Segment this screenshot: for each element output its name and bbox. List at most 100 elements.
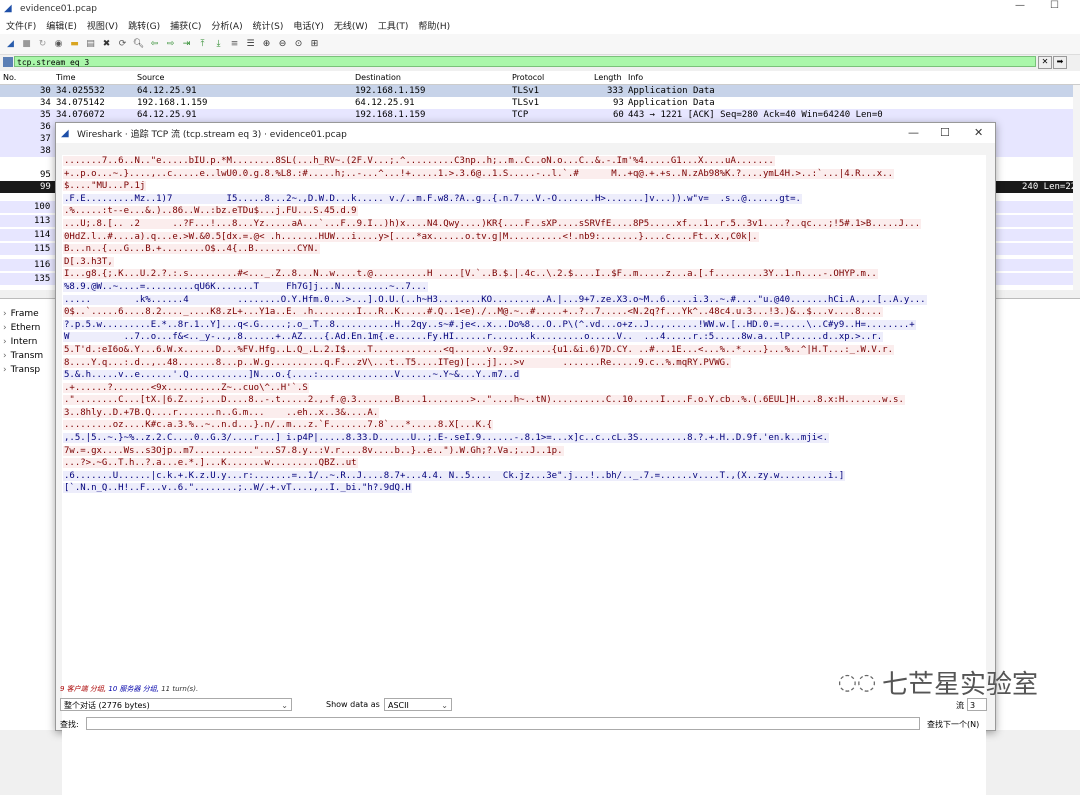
wireshark-fin-icon: ◢ (4, 2, 12, 14)
stream-line: W ..7..o...f&<.._y-..,.8......+..AZ....{… (62, 331, 986, 344)
dialog-maximize-button[interactable]: ☐ (940, 126, 950, 139)
dialog-close-button[interactable]: ✕ (974, 126, 983, 139)
menu-telephony[interactable]: 电话(Y) (293, 19, 324, 32)
watermark-text: 七芒星实验室 (882, 670, 1039, 700)
packet-no: 99 (40, 182, 51, 192)
save-file-icon[interactable]: ▤ (85, 39, 96, 50)
zoom-out-icon[interactable]: ⊖ (277, 39, 288, 50)
find-next-button[interactable]: 查找下一个(N) (927, 719, 979, 730)
menu-capture[interactable]: 捕获(C) (170, 19, 201, 32)
menu-wireless[interactable]: 无线(W) (334, 19, 368, 32)
chevron-right-icon: › (3, 337, 7, 347)
stream-line: ?.p.5.w.........E.*..8r.1..Y]...q<.G....… (62, 319, 986, 332)
packet-time: 34.025532 (56, 86, 105, 96)
capture-options-icon[interactable]: ◉ (53, 39, 64, 50)
chevron-down-icon: ⌄ (441, 701, 448, 710)
apply-filter-icon[interactable]: ➡ (1053, 56, 1067, 69)
bookmark-filter-icon[interactable] (3, 57, 13, 67)
resize-columns-icon[interactable]: ⊞ (309, 39, 320, 50)
menu-go[interactable]: 跳转(G) (128, 19, 160, 32)
close-file-icon[interactable]: ✖ (101, 39, 112, 50)
stream-line: D[.3.h3T, (62, 256, 986, 269)
tree-item-internet[interactable]: › Intern (3, 337, 37, 347)
packet-row[interactable]: 34 34.075142 192.168.1.159 64.12.25.91 T… (0, 97, 1080, 109)
column-info[interactable]: Info (628, 73, 643, 82)
open-file-icon[interactable]: ▬ (69, 39, 80, 50)
menu-help[interactable]: 帮助(H) (418, 19, 450, 32)
packet-source: 64.12.25.91 (137, 110, 197, 120)
main-toolbar: ◢ ■ ↻ ◉ ▬ ▤ ✖ ⟳ 🔍︎ ⇦ ⇨ ⇥ ⤒ ⤓ ≡ ☰ ⊕ ⊖ ⊙ ⊞ (0, 34, 1080, 55)
column-source[interactable]: Source (137, 73, 164, 82)
autoscroll-icon[interactable]: ≡ (229, 39, 240, 50)
clear-filter-icon[interactable]: ✕ (1038, 56, 1052, 69)
tree-item-ethernet[interactable]: › Ethern (3, 323, 40, 333)
turn-count: 11 turn(s). (161, 685, 199, 693)
client-data: 5.T'd.:eI6o&.Y...6.W.x......D...%FV.Hfg.… (63, 344, 895, 355)
find-label: 查找: (60, 720, 79, 729)
menu-view[interactable]: 视图(V) (87, 19, 118, 32)
column-destination[interactable]: Destination (355, 73, 401, 82)
wechat-icon: ◌◌ (837, 670, 877, 695)
packet-no: 116 (34, 260, 51, 270)
dialog-titlebar: ◢ Wireshark · 追踪 TCP 流 (tcp.stream eq 3)… (56, 123, 995, 143)
packet-no: 115 (34, 244, 51, 254)
tree-item-transmission[interactable]: › Transm (3, 351, 43, 361)
stream-line: B...n..{...G...B.+........O$..4{..B.....… (62, 243, 986, 256)
wireshark-fin-icon: ◢ (61, 127, 69, 139)
go-forward-icon[interactable]: ⇨ (165, 39, 176, 50)
packet-row[interactable]: 30 34.025532 64.12.25.91 192.168.1.159 T… (0, 85, 1080, 97)
dialog-minimize-button[interactable]: — (908, 126, 919, 139)
maximize-button[interactable]: ☐ (1050, 0, 1059, 11)
client-data: 3..8hly..D.+7B.Q....r.......n..G.m... ..… (63, 407, 380, 418)
last-packet-icon[interactable]: ⤓ (213, 39, 224, 50)
packet-length: 60 (613, 110, 624, 120)
stream-line: 7w.=.gx....Ws..s3Ojp..m7..........."...S… (62, 445, 986, 458)
minimize-button[interactable]: — (1015, 0, 1025, 11)
find-input[interactable] (86, 717, 920, 730)
packet-no: 113 (34, 216, 51, 226)
column-length[interactable]: Length (594, 73, 622, 82)
show-data-select[interactable]: ASCII ⌄ (384, 698, 452, 711)
stream-line: .%.....:t--e...&.)..86..W..:bz.eTDu$...j… (62, 205, 986, 218)
menu-statistics[interactable]: 统计(S) (253, 19, 284, 32)
packet-no: 30 (40, 86, 51, 96)
go-back-icon[interactable]: ⇦ (149, 39, 160, 50)
client-data: .......7..6..N.."e.....bIU.p.*M........8… (63, 156, 775, 166)
stream-line: +..p.o...~.}....,..c.....e..lwU0.0.g.8.%… (62, 168, 986, 181)
go-to-packet-icon[interactable]: ⇥ (181, 39, 192, 50)
start-capture-icon[interactable]: ◢ (5, 39, 16, 50)
packet-length: 93 (613, 98, 624, 108)
zoom-normal-icon[interactable]: ⊙ (293, 39, 304, 50)
tree-item-transport[interactable]: › Transp (3, 365, 40, 375)
menu-analyze[interactable]: 分析(A) (211, 19, 242, 32)
show-data-value: ASCII (388, 701, 409, 710)
stream-line: 5.&.h.....v..e......'.Q...........]N...o… (62, 369, 986, 382)
stream-line: 8....Y.q...:.d..,..48.......8...p..W.g..… (62, 357, 986, 370)
column-protocol[interactable]: Protocol (512, 73, 544, 82)
find-packet-icon[interactable]: 🔍︎ (133, 39, 144, 50)
column-time[interactable]: Time (56, 73, 76, 82)
server-data: W ..7..o...f&<.._y-..,.8......+..AZ....{… (63, 332, 884, 343)
packet-no: 38 (40, 146, 51, 156)
menu-edit[interactable]: 编辑(E) (46, 19, 77, 32)
tree-item-frame[interactable]: › Frame (3, 309, 39, 319)
stream-statistics: 9 客户端 分组, 10 服务器 分组, 11 turn(s). (60, 684, 198, 694)
packet-row[interactable]: 35 34.076072 64.12.25.91 192.168.1.159 T… (0, 109, 1080, 121)
packet-info: Application Data (628, 86, 715, 96)
conversation-select[interactable]: 整个对话 (2776 bytes) ⌄ (60, 698, 292, 711)
packet-list-scrollbar[interactable] (1073, 85, 1080, 290)
column-no[interactable]: No. (3, 73, 16, 82)
menu-tools[interactable]: 工具(T) (378, 19, 409, 32)
menu-file[interactable]: 文件(F) (6, 19, 36, 32)
packet-source: 192.168.1.159 (137, 98, 208, 108)
client-packet-count: 9 客户端 分组, (60, 685, 107, 693)
colorize-icon[interactable]: ☰ (245, 39, 256, 50)
server-data: 5.&.h.....v..e......'.Q...........]N...o… (63, 370, 521, 381)
first-packet-icon[interactable]: ⤒ (197, 39, 208, 50)
reload-icon[interactable]: ⟳ (117, 39, 128, 50)
restart-capture-icon[interactable]: ↻ (37, 39, 48, 50)
client-data: ...?>.~G..T.h..?.a...e.*.]...K.......w..… (63, 458, 358, 469)
zoom-in-icon[interactable]: ⊕ (261, 39, 272, 50)
stop-capture-icon[interactable]: ■ (21, 39, 32, 50)
display-filter-input[interactable]: tcp.stream eq 3 (14, 56, 1036, 67)
